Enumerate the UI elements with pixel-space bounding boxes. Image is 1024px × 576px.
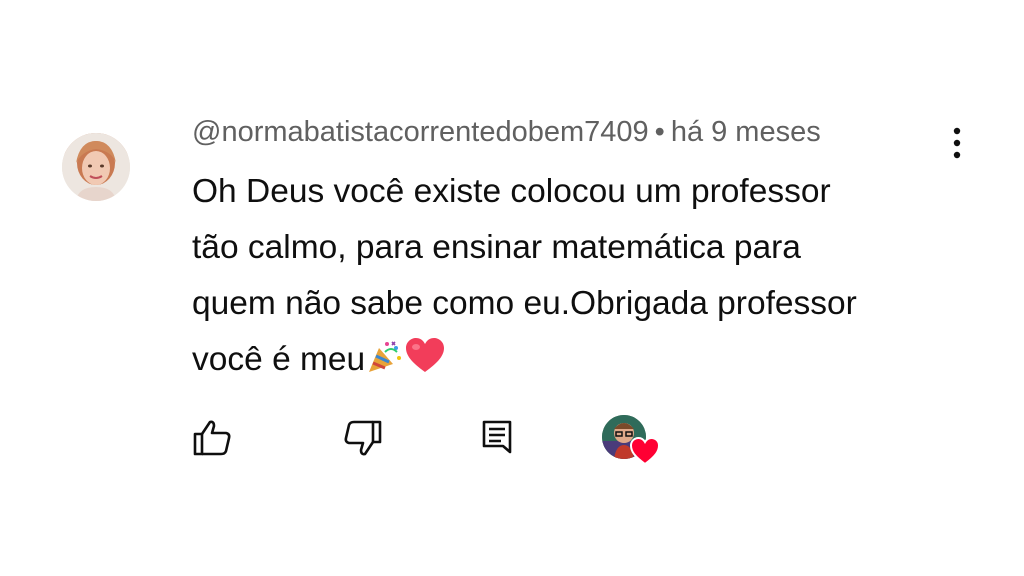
like-button[interactable] [191, 416, 235, 460]
author-avatar[interactable] [62, 133, 130, 201]
avatar-photo [62, 133, 130, 201]
thumbs-up-icon [193, 420, 231, 456]
comment-text: Oh Deus você existe colocou um professor… [192, 164, 932, 388]
reply-button[interactable] [476, 416, 520, 460]
comment-line: tão calmo, para ensinar matemática para [192, 229, 801, 266]
comment-header: @normabatistacorrentedobem7409 • há 9 mese… [192, 116, 821, 149]
author-handle[interactable]: @normabatistacorrentedobem7409 [192, 116, 649, 148]
comment-line-last: você é meu [192, 332, 932, 388]
more-vert-icon [953, 127, 961, 159]
header-separator: • [654, 116, 665, 148]
comment-menu-button[interactable] [944, 124, 970, 164]
comment-thread: @normabatistacorrentedobem7409 • há 9 mese… [0, 0, 1024, 576]
heart-icon [630, 437, 660, 465]
dislike-button[interactable] [340, 416, 384, 460]
reply-comment-icon [482, 420, 512, 454]
comment-timestamp[interactable]: há 9 meses [671, 116, 821, 148]
comment-line-text: você é meu [192, 341, 366, 378]
creator-heart-badge [600, 415, 660, 467]
comment-line: quem não sabe como eu.Obrigada professor [192, 285, 857, 322]
party-popper-icon [369, 341, 402, 372]
comment-line: Oh Deus você existe colocou um professor [192, 173, 831, 210]
red-heart-icon [406, 338, 445, 372]
thumbs-down-icon [344, 420, 382, 456]
